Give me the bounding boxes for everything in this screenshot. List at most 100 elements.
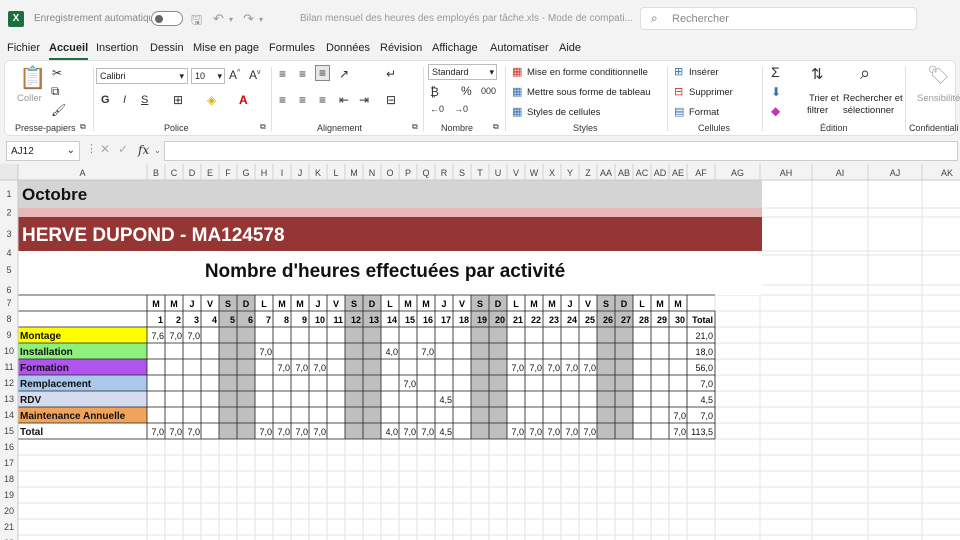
- increase-indent-icon[interactable]: ⇥: [359, 93, 369, 107]
- row-total-cell[interactable]: 21,0: [695, 331, 713, 341]
- row-total-cell[interactable]: 7,0: [700, 379, 713, 389]
- font-launcher-icon[interactable]: ⧉: [260, 122, 266, 132]
- total-row-label[interactable]: Total: [20, 427, 43, 438]
- row-header[interactable]: 11: [4, 362, 13, 372]
- column-header[interactable]: B: [153, 168, 159, 178]
- hours-cell[interactable]: 7,0: [313, 427, 326, 437]
- column-header[interactable]: AI: [836, 168, 845, 178]
- hours-cell[interactable]: 7,0: [583, 363, 596, 373]
- hours-cell[interactable]: 7,0: [259, 427, 272, 437]
- sort-filter-label-2[interactable]: filtrer: [807, 105, 828, 116]
- find-select-label-1[interactable]: Rechercher et: [843, 93, 903, 104]
- wrap-text-icon[interactable]: ↵: [386, 67, 396, 81]
- sort-filter-icon[interactable]: ⇅: [811, 65, 824, 83]
- column-header[interactable]: M: [350, 168, 358, 178]
- thousands-separator-icon[interactable]: 000: [481, 86, 496, 96]
- enter-icon[interactable]: ✓: [118, 142, 128, 156]
- sort-filter-label-1[interactable]: Trier et: [809, 93, 839, 104]
- column-header[interactable]: AH: [780, 168, 793, 178]
- hours-cell[interactable]: 7,0: [187, 331, 200, 341]
- delete-cells-icon[interactable]: ⊟: [674, 85, 683, 98]
- formula-input[interactable]: [164, 141, 958, 161]
- column-header[interactable]: G: [242, 168, 249, 178]
- paste-label[interactable]: Coller: [17, 93, 42, 104]
- insert-function-icon[interactable]: fx: [138, 143, 149, 157]
- tab-mise-en-page[interactable]: Mise en page: [193, 42, 259, 54]
- conditional-format-icon[interactable]: ▦: [512, 65, 522, 78]
- hours-cell[interactable]: 7,0: [187, 427, 200, 437]
- align-top-icon[interactable]: ≡: [279, 67, 286, 81]
- format-button[interactable]: Format: [689, 107, 719, 118]
- activity-name[interactable]: RDV: [20, 395, 41, 406]
- row-header[interactable]: 17: [4, 458, 14, 468]
- row-header[interactable]: 10: [4, 346, 14, 356]
- bold-icon[interactable]: G: [101, 94, 110, 106]
- column-header[interactable]: Z: [585, 168, 591, 178]
- format-as-table-button[interactable]: Mettre sous forme de tableau: [527, 87, 651, 98]
- tab-aide[interactable]: Aide: [559, 42, 581, 54]
- increase-decimal-icon[interactable]: ←0: [430, 104, 444, 114]
- decrease-indent-icon[interactable]: ⇤: [339, 93, 349, 107]
- row-total-cell[interactable]: 18,0: [695, 347, 713, 357]
- activity-name[interactable]: Montage: [20, 331, 62, 342]
- row-total-cell[interactable]: 113,5: [691, 427, 713, 437]
- column-header[interactable]: AF: [695, 168, 707, 178]
- align-middle-icon[interactable]: ≡: [299, 67, 306, 81]
- number-format-select[interactable]: Standard ▾: [428, 64, 497, 80]
- increase-font-icon[interactable]: A^: [229, 68, 240, 82]
- tab-fichier[interactable]: Fichier: [7, 42, 40, 54]
- undo-dropdown-icon[interactable]: ▾: [229, 15, 233, 24]
- column-header[interactable]: S: [459, 168, 465, 178]
- column-header[interactable]: Y: [567, 168, 573, 178]
- decrease-font-icon[interactable]: Av: [249, 68, 261, 82]
- column-header[interactable]: A: [79, 168, 85, 178]
- hours-cell[interactable]: 7,0: [565, 427, 578, 437]
- row-header[interactable]: 12: [4, 378, 14, 388]
- activity-name[interactable]: Remplacement: [20, 379, 92, 390]
- hours-cell[interactable]: 4,0: [385, 427, 398, 437]
- row-header[interactable]: 21: [4, 522, 14, 532]
- align-right-icon[interactable]: ≡: [319, 93, 326, 107]
- hours-cell[interactable]: 7,0: [169, 427, 182, 437]
- column-header[interactable]: O: [386, 168, 393, 178]
- column-header[interactable]: AC: [636, 168, 649, 178]
- column-header[interactable]: K: [315, 168, 321, 178]
- font-size-select[interactable]: 10 ▾: [191, 68, 225, 84]
- hours-cell[interactable]: 4,5: [439, 427, 452, 437]
- hours-cell[interactable]: 7,0: [295, 427, 308, 437]
- column-header[interactable]: AG: [731, 168, 744, 178]
- hours-cell[interactable]: 7,0: [421, 347, 434, 357]
- hours-cell[interactable]: 7,0: [565, 363, 578, 373]
- tab-donnees[interactable]: Données: [326, 42, 370, 54]
- column-header[interactable]: AD: [654, 168, 667, 178]
- merge-center-icon[interactable]: ⊟: [386, 93, 396, 107]
- search-box[interactable]: ⌕ Rechercher: [640, 7, 917, 30]
- align-bottom-icon[interactable]: ≡: [315, 65, 331, 81]
- cut-icon[interactable]: ✂: [52, 66, 62, 80]
- row-header[interactable]: 15: [4, 426, 14, 436]
- more-options-icon[interactable]: ⋮: [86, 142, 97, 155]
- hours-cell[interactable]: 7,0: [529, 427, 542, 437]
- row-header[interactable]: 6: [6, 285, 11, 295]
- font-color-icon[interactable]: A: [239, 93, 248, 107]
- cell-styles-button[interactable]: Styles de cellules: [527, 107, 600, 118]
- hours-cell[interactable]: 7,0: [673, 411, 686, 421]
- column-header[interactable]: L: [333, 168, 338, 178]
- number-launcher-icon[interactable]: ⧉: [493, 122, 499, 132]
- copy-icon[interactable]: ⧉: [51, 84, 60, 99]
- column-header[interactable]: Q: [422, 168, 429, 178]
- row-total-cell[interactable]: 56,0: [695, 363, 713, 373]
- conditional-format-button[interactable]: Mise en forme conditionnelle: [527, 67, 648, 78]
- activity-name[interactable]: Formation: [20, 363, 69, 374]
- column-header[interactable]: X: [549, 168, 555, 178]
- hours-cell[interactable]: 4,0: [385, 347, 398, 357]
- hours-cell[interactable]: 7,0: [259, 347, 272, 357]
- column-header[interactable]: V: [513, 168, 519, 178]
- borders-icon[interactable]: ⊞: [173, 93, 183, 107]
- decrease-decimal-icon[interactable]: →0: [454, 104, 468, 114]
- italic-icon[interactable]: I: [123, 94, 126, 106]
- align-left-icon[interactable]: ≡: [279, 93, 286, 107]
- accounting-format-icon[interactable]: ₿: [430, 85, 439, 99]
- hours-cell[interactable]: 7,0: [511, 427, 524, 437]
- hours-cell[interactable]: 7,0: [169, 331, 182, 341]
